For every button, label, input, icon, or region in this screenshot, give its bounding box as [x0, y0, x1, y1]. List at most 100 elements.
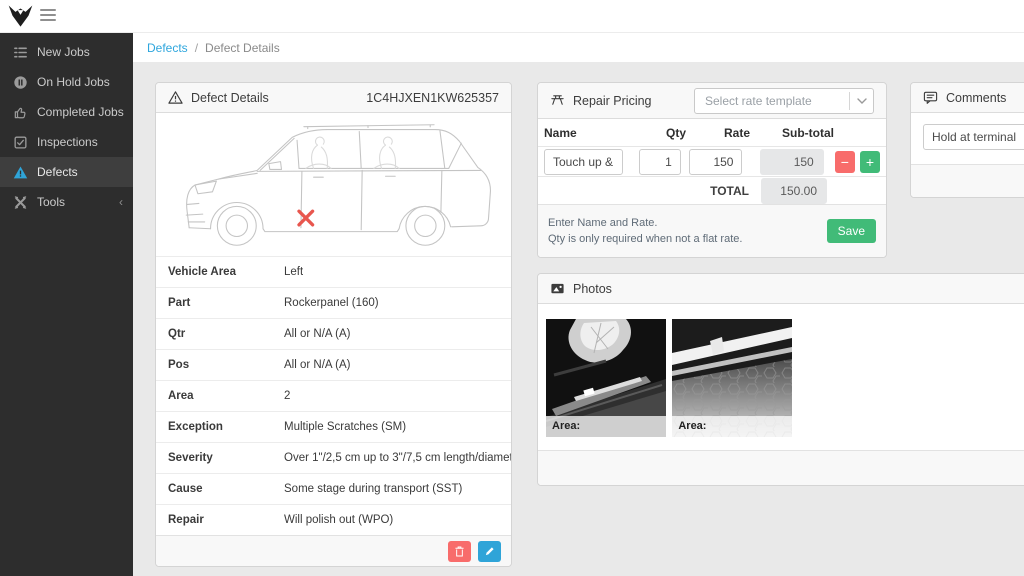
detail-value: Will polish out (WPO)	[284, 514, 393, 526]
detail-label: Cause	[168, 483, 284, 495]
sidebar-item-inspections[interactable]: Inspections	[0, 127, 133, 157]
sidebar-item-defects[interactable]: Defects	[0, 157, 133, 187]
comments-header: Comments	[911, 83, 1024, 113]
sidebar-item-on-hold-jobs[interactable]: On Hold Jobs	[0, 67, 133, 97]
breadcrumb-separator: /	[195, 41, 198, 55]
app-window: New Jobs On Hold Jobs Completed Jobs Ins…	[0, 0, 1024, 576]
pricing-line-item: 150 − +	[538, 146, 886, 177]
sidebar-item-tools[interactable]: Tools ‹	[0, 187, 133, 217]
sidebar-item-completed-jobs[interactable]: Completed Jobs	[0, 97, 133, 127]
delete-defect-button[interactable]	[448, 541, 471, 562]
breadcrumb-link-defects[interactable]: Defects	[147, 41, 188, 55]
remove-line-button[interactable]: −	[835, 151, 855, 173]
defect-details-header: Defect Details 1C4HJXEN1KW625357	[156, 83, 511, 113]
warning-outline-icon	[168, 90, 183, 105]
detail-label: Severity	[168, 452, 284, 464]
line-name-input[interactable]	[544, 149, 623, 175]
warning-icon	[13, 165, 28, 180]
card-title: Photos	[573, 282, 612, 296]
menu-toggle-icon[interactable]	[40, 9, 56, 23]
sidebar-item-label: Inspections	[37, 135, 98, 149]
total-label: TOTAL	[710, 184, 749, 198]
photo-area-label: Area:	[672, 416, 792, 437]
line-qty-input[interactable]	[639, 149, 681, 175]
detail-label: Exception	[168, 421, 284, 433]
detail-value: Rockerpanel (160)	[284, 297, 379, 309]
line-rate-input[interactable]	[689, 149, 743, 175]
sidebar-item-new-jobs[interactable]: New Jobs	[0, 37, 133, 67]
defect-details-card: Defect Details 1C4HJXEN1KW625357	[155, 82, 512, 567]
photos-card: Photos Area:	[537, 273, 1024, 486]
thumbs-up-icon	[13, 105, 28, 120]
comment-input[interactable]	[923, 124, 1024, 150]
detail-label: Pos	[168, 359, 284, 371]
detail-row: Exception Multiple Scratches (SM)	[156, 411, 511, 442]
detail-value: Left	[284, 266, 303, 278]
detail-row: Cause Some stage during transport (SST)	[156, 473, 511, 504]
brand-logo-icon	[7, 3, 34, 30]
column-header-rate: Rate	[694, 126, 750, 140]
defect-photo-2[interactable]: Area:	[672, 319, 792, 437]
pricing-column-headers: Name Qty Rate Sub-total	[538, 119, 886, 146]
comments-footer	[911, 164, 1024, 197]
card-title: Repair Pricing	[573, 94, 652, 108]
edit-defect-button[interactable]	[478, 541, 501, 562]
detail-row: Pos All or N/A (A)	[156, 349, 511, 380]
defect-photo-1[interactable]: Area:	[546, 319, 666, 437]
comment-icon	[923, 90, 938, 105]
detail-value: All or N/A (A)	[284, 359, 350, 371]
list-icon	[13, 45, 28, 60]
column-header-name: Name	[544, 126, 626, 140]
pricing-hints: Enter Name and Rate. Qty is only require…	[548, 215, 742, 247]
add-line-button[interactable]: +	[860, 151, 880, 173]
trash-icon	[453, 545, 466, 558]
card-title: Comments	[946, 91, 1006, 105]
comments-card: Comments	[910, 82, 1024, 198]
repair-pricing-header: Repair Pricing Select rate template	[538, 83, 886, 119]
detail-value: Multiple Scratches (SM)	[284, 421, 406, 433]
repair-pricing-card: Repair Pricing Select rate template Name…	[537, 82, 887, 258]
breadcrumb-current: Defect Details	[205, 41, 280, 55]
detail-label: Area	[168, 390, 284, 402]
tools-icon	[13, 195, 28, 210]
checkbox-icon	[13, 135, 28, 150]
breadcrumb: Defects / Defect Details	[133, 33, 1024, 62]
detail-value: Over 1"/2,5 cm up to 3"/7,5 cm length/di…	[284, 452, 511, 464]
rate-template-select[interactable]: Select rate template	[694, 88, 874, 114]
photos-body: Area:	[538, 304, 1024, 450]
pricing-hint-line2: Qty is only required when not a flat rat…	[548, 231, 742, 247]
chevron-left-icon: ‹	[119, 195, 123, 209]
pricing-total-row: TOTAL 150.00	[538, 177, 886, 204]
photo-area-label: Area:	[546, 416, 666, 437]
defect-details-footer	[156, 535, 511, 566]
detail-row: Qtr All or N/A (A)	[156, 318, 511, 349]
detail-label: Part	[168, 297, 284, 309]
detail-row: Part Rockerpanel (160)	[156, 287, 511, 318]
detail-row: Area 2	[156, 380, 511, 411]
card-title: Defect Details	[191, 91, 269, 105]
vin-number: 1C4HJXEN1KW625357	[366, 91, 499, 105]
top-bar	[0, 0, 1024, 33]
sidebar-item-label: Completed Jobs	[37, 105, 124, 119]
detail-value: 2	[284, 390, 290, 402]
detail-value: All or N/A (A)	[284, 328, 350, 340]
detail-label: Repair	[168, 514, 284, 526]
sidebar-item-label: Tools	[37, 195, 65, 209]
rate-template-placeholder: Select rate template	[695, 94, 849, 108]
sidebar-item-label: Defects	[37, 165, 78, 179]
repair-pricing-footer: Enter Name and Rate. Qty is only require…	[538, 204, 886, 257]
pencil-icon	[484, 545, 496, 557]
pause-icon	[13, 75, 28, 90]
pricing-icon	[550, 93, 565, 108]
photos-footer	[538, 450, 1024, 485]
photos-header: Photos	[538, 274, 1024, 304]
pricing-hint-line1: Enter Name and Rate.	[548, 215, 742, 231]
sidebar: New Jobs On Hold Jobs Completed Jobs Ins…	[0, 33, 133, 576]
brand-logo[interactable]	[7, 3, 34, 30]
sidebar-item-label: New Jobs	[37, 45, 90, 59]
detail-value: Some stage during transport (SST)	[284, 483, 462, 495]
save-button[interactable]: Save	[827, 219, 876, 243]
detail-label: Qtr	[168, 328, 284, 340]
line-subtotal-field: 150	[760, 149, 823, 175]
column-header-qty: Qty	[642, 126, 686, 140]
